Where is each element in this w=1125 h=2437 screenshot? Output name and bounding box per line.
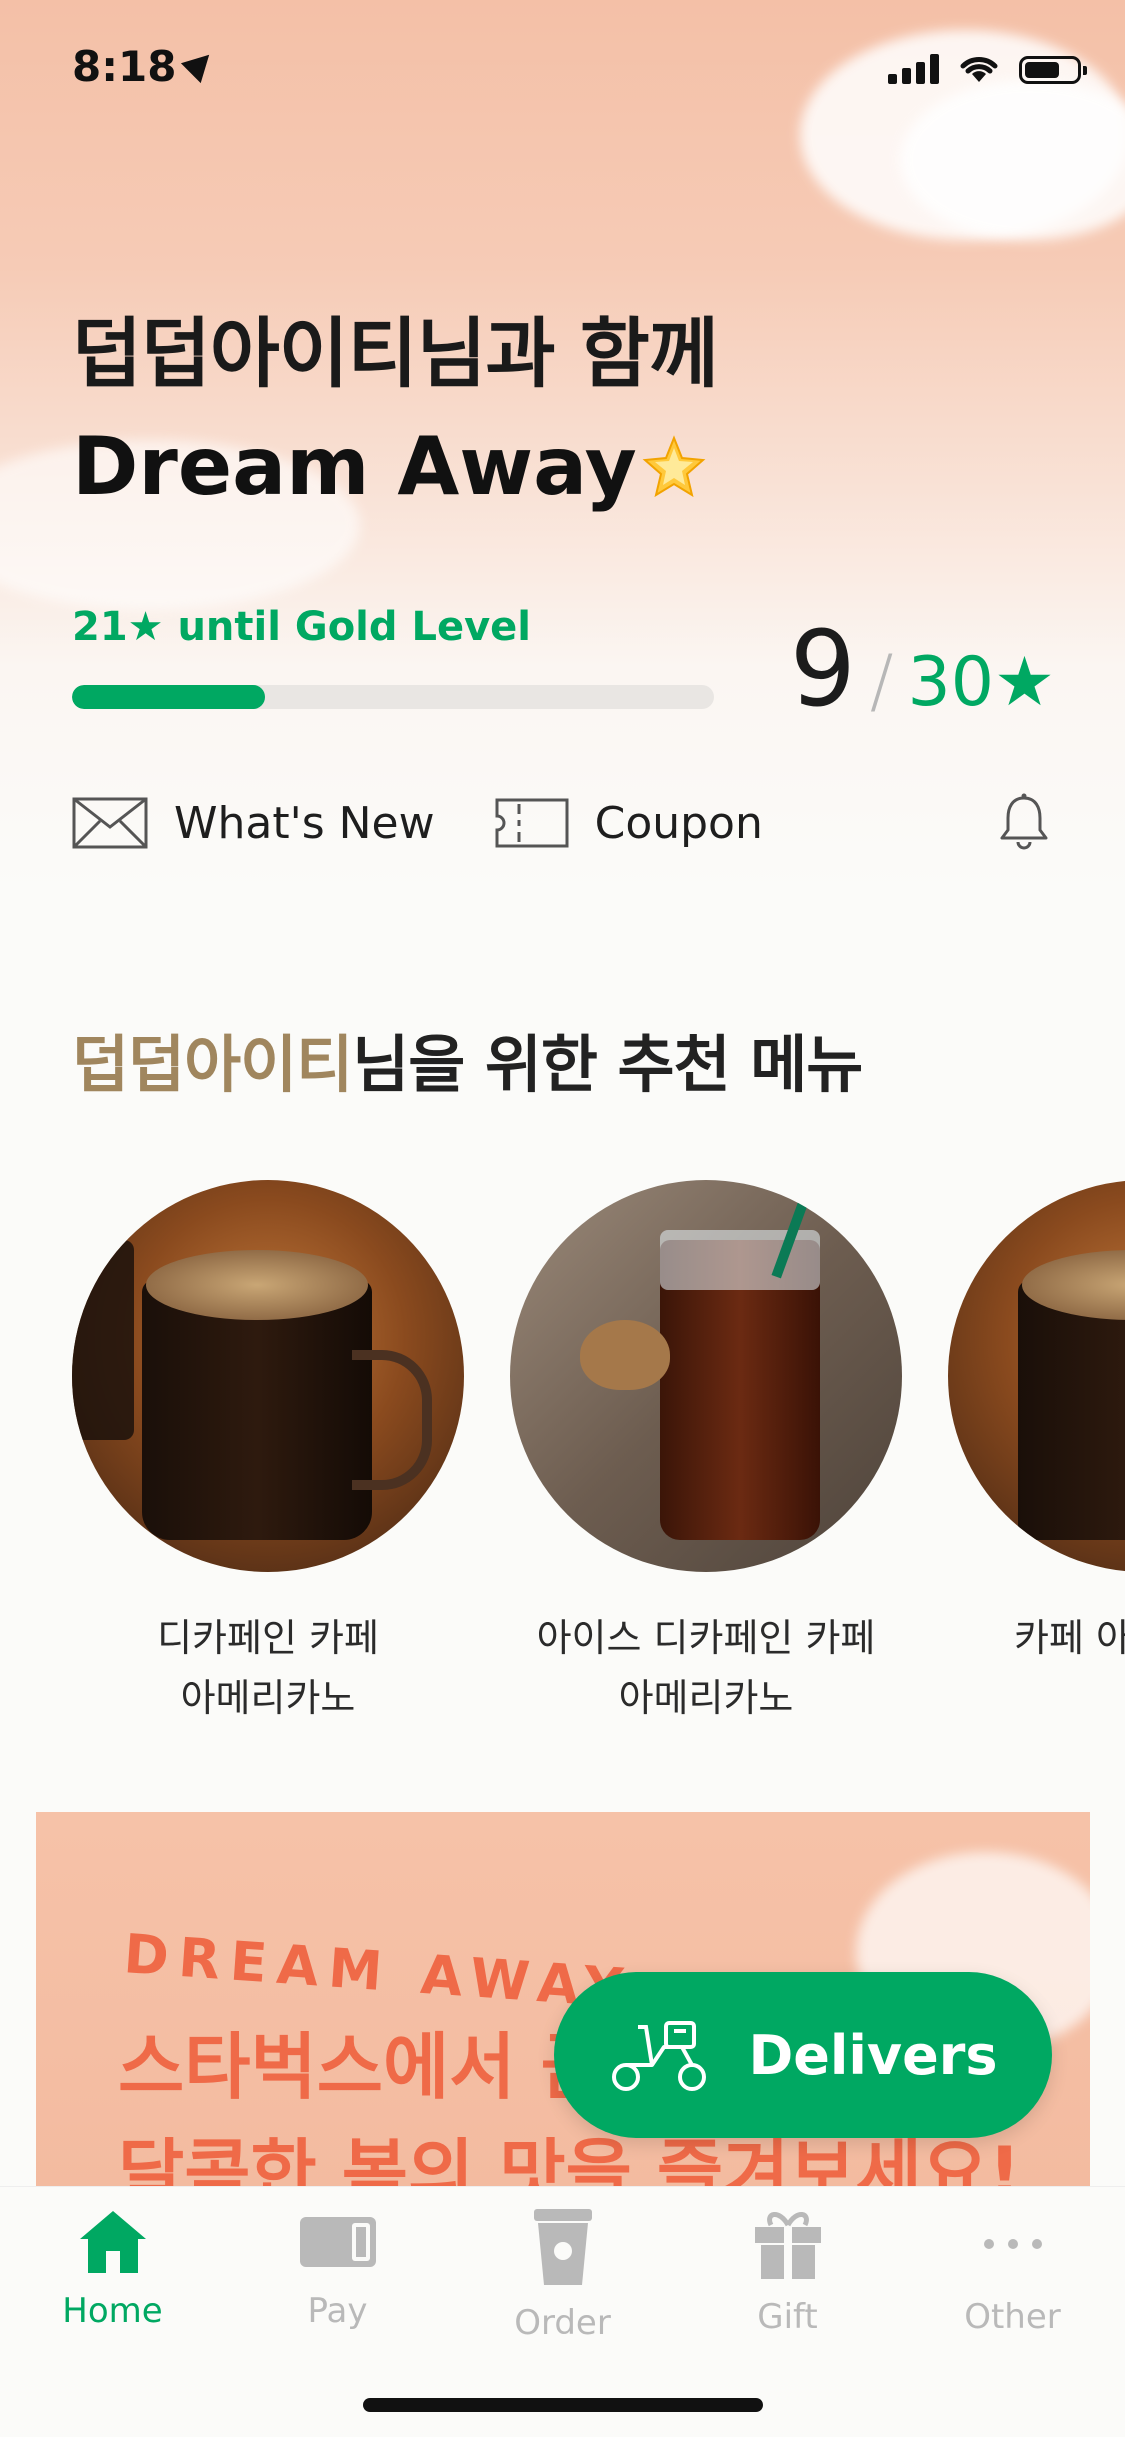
greeting-line1: 덥덥아이티님과 함께 — [72, 309, 719, 398]
tab-label: Gift — [757, 2297, 818, 2337]
envelope-icon — [72, 797, 148, 849]
tab-pay[interactable]: Pay — [225, 2207, 450, 2331]
bell-icon — [1000, 793, 1048, 850]
menu-item-label: 카페 아 — [948, 1608, 1125, 1668]
target-stars: 30★ — [907, 643, 1056, 722]
wifi-icon — [960, 57, 998, 82]
status-indicators — [888, 52, 1087, 84]
banner-kicker: DREAM AWAY — [121, 1922, 635, 2021]
menu-item-line1: 디카페인 카페 — [157, 1616, 379, 1660]
coffee-mug-image — [72, 1180, 464, 1572]
coupon-label: Coupon — [594, 797, 763, 849]
greeting-line2: Dream Away — [72, 420, 707, 513]
star-count[interactable]: 9 / 30★ — [790, 608, 1055, 730]
battery-icon — [1019, 56, 1087, 84]
status-time: 8:18 — [72, 42, 220, 91]
cellular-signal-icon — [888, 54, 939, 84]
rewards-progress-bar — [72, 685, 714, 709]
quick-links: What's New Coupon — [72, 788, 1052, 858]
menu-item-label: 디카페인 카페 아메리카노 — [72, 1608, 464, 1728]
menu-item-line1: 카페 아 — [1014, 1616, 1125, 1660]
notification-bell-button[interactable] — [996, 792, 1052, 856]
tab-other[interactable]: Other — [900, 2207, 1125, 2337]
location-arrow-icon — [181, 44, 220, 84]
coupon-link[interactable]: Coupon — [495, 798, 763, 849]
card-icon — [299, 2217, 376, 2267]
iced-coffee-image — [510, 1180, 902, 1572]
gift-icon — [754, 2212, 821, 2279]
recommend-title-suffix: 님을 위한 추천 메뉴 — [352, 1028, 863, 1101]
sparkle-star-icon — [642, 435, 706, 498]
scooter-icon — [612, 2021, 707, 2091]
whats-new-label: What's New — [174, 797, 435, 849]
recommend-title: 덥덥아이티님을 위한 추천 메뉴 — [72, 1014, 863, 1104]
menu-item-line2: 아메리카노 — [180, 1676, 356, 1720]
current-stars: 9 — [789, 608, 856, 730]
banner-line1: 스타벅스에서 곧 — [118, 2025, 607, 2109]
menu-item-line1: 아이스 디카페인 카페 — [536, 1616, 876, 1660]
delivers-label: Delivers — [748, 2023, 998, 2087]
tab-label: Order — [514, 2303, 611, 2343]
tab-label: Other — [964, 2297, 1061, 2337]
ticket-icon — [495, 798, 569, 848]
menu-item-decaf-americano[interactable]: 디카페인 카페 아메리카노 — [72, 1180, 464, 1728]
tab-label: Home — [62, 2291, 163, 2331]
menu-item-label: 아이스 디카페인 카페 아메리카노 — [510, 1608, 902, 1728]
home-indicator — [363, 2398, 763, 2412]
tab-label: Pay — [307, 2291, 368, 2331]
menu-item-iced-decaf-americano[interactable]: 아이스 디카페인 카페 아메리카노 — [510, 1180, 902, 1728]
cup-icon — [533, 2209, 592, 2285]
delivers-button[interactable]: Delivers — [554, 1972, 1052, 2138]
recommend-user-name: 덥덥아이티 — [72, 1028, 353, 1101]
menu-item-line2: 아메리카노 — [618, 1676, 794, 1720]
tab-order[interactable]: Order — [450, 2207, 675, 2343]
stars-until-gold-text: 21★ until Gold Level — [72, 604, 531, 650]
rewards-progress-fill — [72, 685, 265, 709]
tab-gift[interactable]: Gift — [675, 2207, 900, 2337]
whats-new-link[interactable]: What's New — [72, 797, 435, 849]
more-icon — [983, 2239, 1042, 2249]
coffee-mug-image — [948, 1180, 1125, 1572]
greeting-line2-text: Dream Away — [72, 420, 637, 513]
tab-home[interactable]: Home — [0, 2207, 225, 2331]
home-icon — [79, 2211, 146, 2273]
status-time-text: 8:18 — [72, 42, 177, 91]
star-separator: / — [869, 640, 894, 722]
menu-item-partial[interactable]: 카페 아 — [948, 1180, 1125, 1668]
